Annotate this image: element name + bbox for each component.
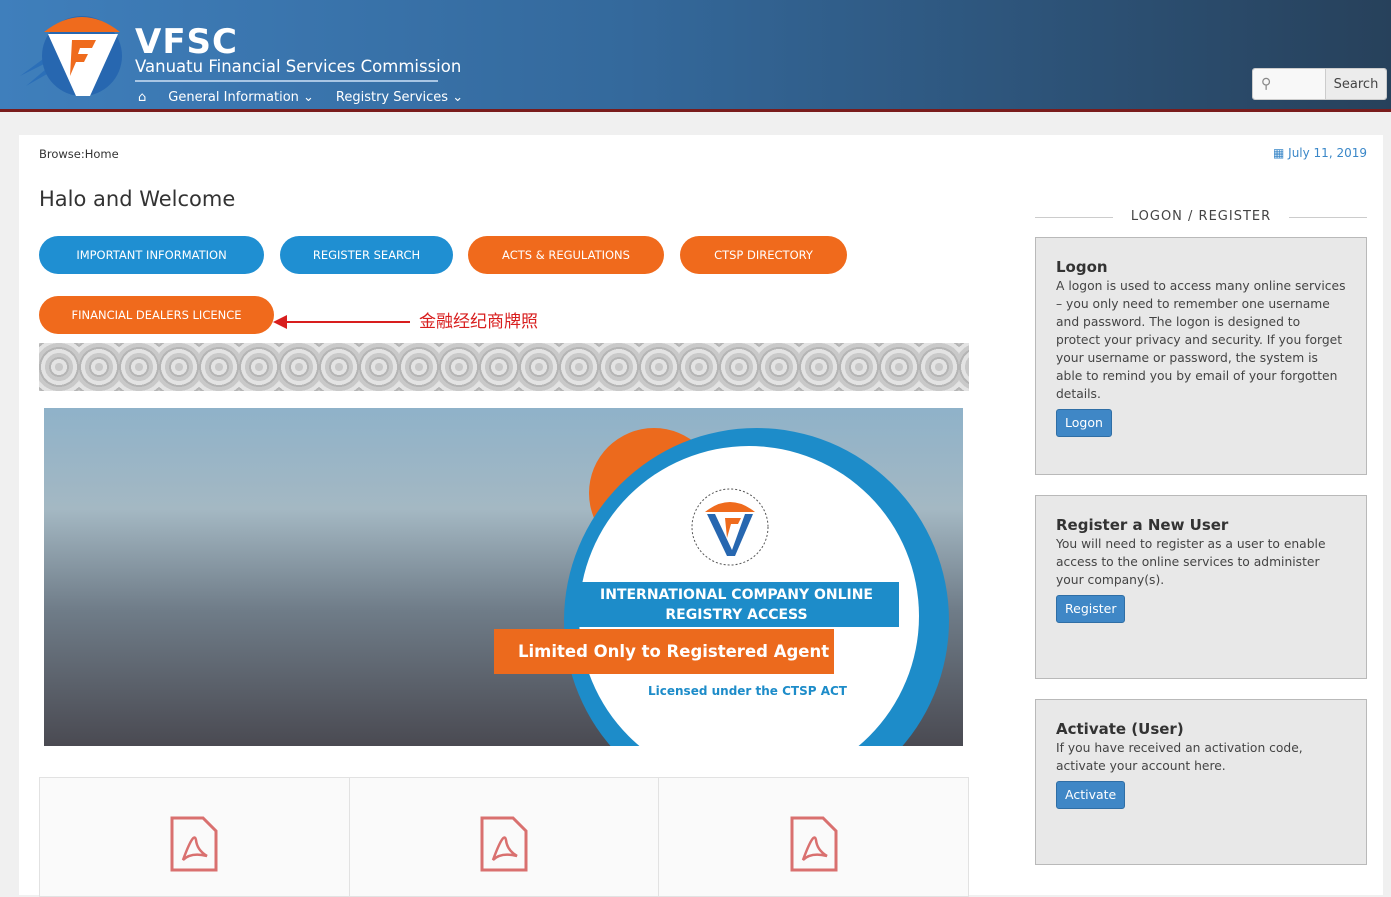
- search-form: ⚲ Search: [1252, 68, 1387, 100]
- annotation-text: 金融经纪商牌照: [419, 312, 538, 332]
- site-header: VFSC Vanuatu Financial Services Commissi…: [0, 0, 1391, 112]
- page-title: Halo and Welcome: [39, 187, 236, 211]
- banner-licensed-text: Licensed under the CTSP ACT: [648, 684, 847, 698]
- main-content: Browse:Home ▦ July 11, 2019 Halo and Wel…: [19, 135, 1383, 897]
- registry-banner[interactable]: INTERNATIONAL COMPANY ONLINE REGISTRY ACC…: [44, 408, 963, 746]
- vfsc-seal-logo: [691, 488, 769, 566]
- brand-subtitle: Vanuatu Financial Services Commission: [135, 57, 461, 82]
- acts-regulations-button[interactable]: ACTS & REGULATIONS: [468, 236, 664, 274]
- document-card[interactable]: [349, 778, 660, 896]
- panel-text: You will need to register as a user to e…: [1056, 537, 1326, 587]
- financial-dealers-licence-button[interactable]: FINANCIAL DEALERS LICENCE: [39, 296, 274, 334]
- pdf-icon: [170, 816, 218, 872]
- activate-button[interactable]: Activate: [1056, 781, 1126, 809]
- panel-title: Register a New User: [1056, 516, 1229, 534]
- main-nav: ⌂ General Information ⌄ Registry Service…: [138, 90, 463, 105]
- pdf-icon: [480, 816, 528, 872]
- register-panel: Register a New User You will need to reg…: [1035, 495, 1367, 679]
- nav-general-information[interactable]: General Information ⌄: [168, 90, 314, 105]
- panel-title: Logon: [1056, 258, 1108, 276]
- logon-button[interactable]: Logon: [1056, 409, 1112, 437]
- panel-title: Activate (User): [1056, 720, 1184, 738]
- home-icon[interactable]: ⌂: [138, 90, 146, 105]
- vfsc-logo[interactable]: [20, 14, 124, 98]
- nav-registry-services[interactable]: Registry Services ⌄: [336, 90, 463, 105]
- document-cards: [39, 777, 969, 897]
- search-button[interactable]: Search: [1325, 69, 1386, 99]
- brand-name: VFSC: [135, 22, 238, 62]
- sidebar-heading: LOGON / REGISTER: [1035, 209, 1367, 224]
- breadcrumb: Browse:Home: [39, 147, 119, 161]
- document-card[interactable]: [659, 778, 969, 896]
- document-card[interactable]: [40, 778, 350, 896]
- calendar-icon: ▦: [1273, 146, 1289, 160]
- panel-text: If you have received an activation code,…: [1056, 741, 1303, 773]
- pdf-icon: [790, 816, 838, 872]
- banner-line1: INTERNATIONAL COMPANY ONLINE: [600, 587, 873, 603]
- search-icon: ⚲: [1261, 76, 1272, 92]
- banner-line2: REGISTRY ACCESS: [665, 607, 808, 623]
- panel-text: A logon is used to access many online se…: [1056, 279, 1346, 401]
- annotation-arrow: [273, 315, 410, 329]
- date-text: July 11, 2019: [1288, 146, 1367, 160]
- important-information-button[interactable]: IMPORTANT INFORMATION: [39, 236, 264, 274]
- decorative-pattern-strip: [39, 343, 969, 391]
- activate-panel: Activate (User) If you have received an …: [1035, 699, 1367, 865]
- date-display: ▦ July 11, 2019: [1273, 146, 1367, 160]
- register-button[interactable]: Register: [1056, 595, 1126, 623]
- register-search-button[interactable]: REGISTER SEARCH: [280, 236, 453, 274]
- logon-panel: Logon A logon is used to access many onl…: [1035, 237, 1367, 475]
- ctsp-directory-button[interactable]: CTSP DIRECTORY: [680, 236, 847, 274]
- banner-heading: INTERNATIONAL COMPANY ONLINE REGISTRY ACC…: [574, 582, 899, 627]
- banner-agent-text: Limited Only to Registered Agent: [494, 629, 834, 674]
